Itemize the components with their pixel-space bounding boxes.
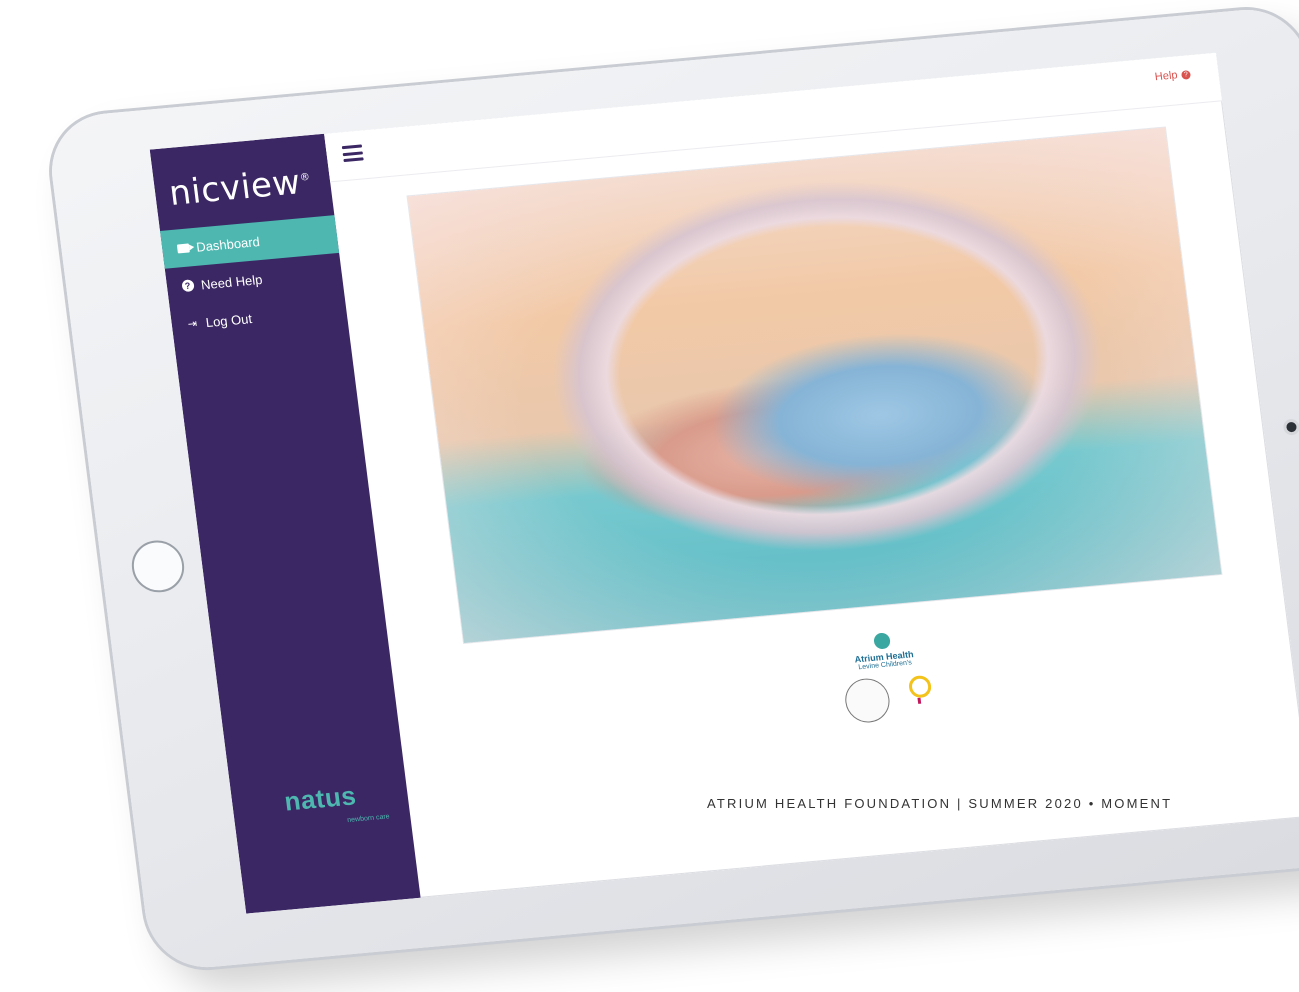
natus-tagline: newborn care bbox=[346, 813, 391, 825]
page-caption: ATRIUM HEALTH FOUNDATION | SUMMER 2020 •… bbox=[707, 796, 1173, 811]
sponsor-logos: Atrium Health Levine Children's bbox=[806, 626, 977, 808]
help-link[interactable]: Help ? bbox=[1154, 68, 1191, 83]
partner-logos bbox=[812, 670, 967, 727]
help-icon: ? bbox=[1180, 69, 1191, 80]
camera-icon bbox=[1285, 421, 1298, 433]
menu-icon[interactable] bbox=[341, 144, 364, 163]
atrium-emblem-icon bbox=[873, 632, 892, 650]
app-screen: nicview® Dashboard ? Need Help ⇥ Log Out bbox=[149, 52, 1299, 914]
sidebar-item-label: Dashboard bbox=[195, 233, 261, 255]
natus-logo: natus bbox=[282, 780, 358, 817]
nicview-logo: nicview® bbox=[166, 162, 312, 214]
sidebar-item-label: Log Out bbox=[204, 310, 253, 330]
tablet-frame: nicview® Dashboard ? Need Help ⇥ Log Out bbox=[45, 4, 1299, 973]
video-overlay bbox=[407, 127, 1222, 643]
home-button[interactable] bbox=[128, 538, 188, 595]
sign-out-icon: ⇥ bbox=[187, 317, 198, 331]
baby-video-feed[interactable] bbox=[407, 127, 1222, 643]
tablet-device: nicview® Dashboard ? Need Help ⇥ Log Out bbox=[30, 0, 1299, 992]
sidebar: nicview® Dashboard ? Need Help ⇥ Log Out bbox=[149, 133, 421, 914]
help-label: Help bbox=[1154, 69, 1179, 84]
sidebar-item-label: Need Help bbox=[200, 271, 264, 292]
lightbulb-logo-icon bbox=[901, 673, 936, 717]
question-circle-icon: ? bbox=[180, 279, 195, 293]
sidebar-nav: Dashboard ? Need Help ⇥ Log Out bbox=[159, 215, 349, 344]
video-camera-icon bbox=[175, 241, 190, 255]
seal-logo bbox=[842, 676, 893, 725]
